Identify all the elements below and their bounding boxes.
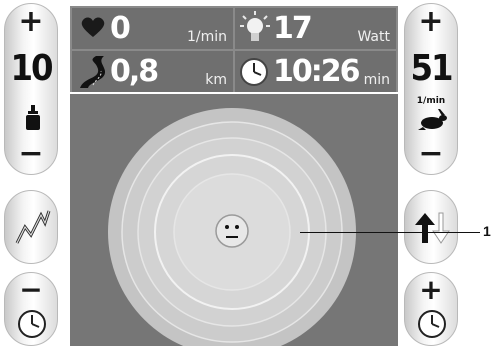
time-cell: 10:26 min <box>235 51 396 92</box>
time-increase-button[interactable]: + <box>404 272 458 346</box>
callout-number: 1 <box>483 223 491 239</box>
callout-line <box>300 232 480 233</box>
clock-icon <box>17 309 47 343</box>
distance-value: 0,8 <box>110 54 159 89</box>
weight-icon <box>25 105 41 131</box>
up-down-arrows-icon <box>413 211 451 249</box>
heart-icon <box>80 16 106 42</box>
heart-rate-value: 0 <box>110 11 131 46</box>
cadence-unit: 1/min <box>416 96 446 106</box>
left-control-column: + 10 − − <box>0 0 62 346</box>
neutral-face-icon <box>215 214 249 252</box>
distance-unit: km <box>205 72 227 88</box>
training-display <box>70 94 398 350</box>
distance-cell: 0,8 km <box>72 51 233 92</box>
road-icon <box>78 55 108 93</box>
power-cell: 17 Watt <box>235 8 396 49</box>
graph-icon <box>15 207 51 251</box>
level-control: + 10 − <box>4 3 58 175</box>
level-minus-button[interactable]: − <box>5 138 57 170</box>
time-plus-label: + <box>419 273 443 306</box>
clock-icon <box>417 309 447 343</box>
bulb-icon <box>239 10 271 50</box>
power-value: 17 <box>273 11 313 46</box>
time-decrease-button[interactable]: − <box>4 272 58 346</box>
heart-rate-cell: 0 1/min <box>72 8 233 49</box>
heart-rate-unit: 1/min <box>186 29 227 45</box>
time-unit: min <box>363 72 390 88</box>
level-plus-button[interactable]: + <box>5 6 57 38</box>
time-value: 10:26 <box>273 54 360 89</box>
stats-panel: 0 1/min 17 Watt 0,8 km 10:26 min <box>70 6 398 92</box>
graph-button[interactable] <box>4 190 58 264</box>
right-control-column: + 51 1/min − + <box>400 0 462 346</box>
rabbit-icon <box>418 109 448 135</box>
cadence-minus-button[interactable]: − <box>405 138 457 170</box>
time-minus-label: − <box>19 273 43 306</box>
up-down-button[interactable] <box>404 190 458 264</box>
cadence-value: 51 <box>410 48 453 89</box>
power-unit: Watt <box>357 29 390 45</box>
level-value: 10 <box>10 48 53 89</box>
clock-icon <box>239 57 269 91</box>
cadence-control: + 51 1/min − <box>404 3 458 175</box>
cadence-plus-button[interactable]: + <box>405 6 457 38</box>
